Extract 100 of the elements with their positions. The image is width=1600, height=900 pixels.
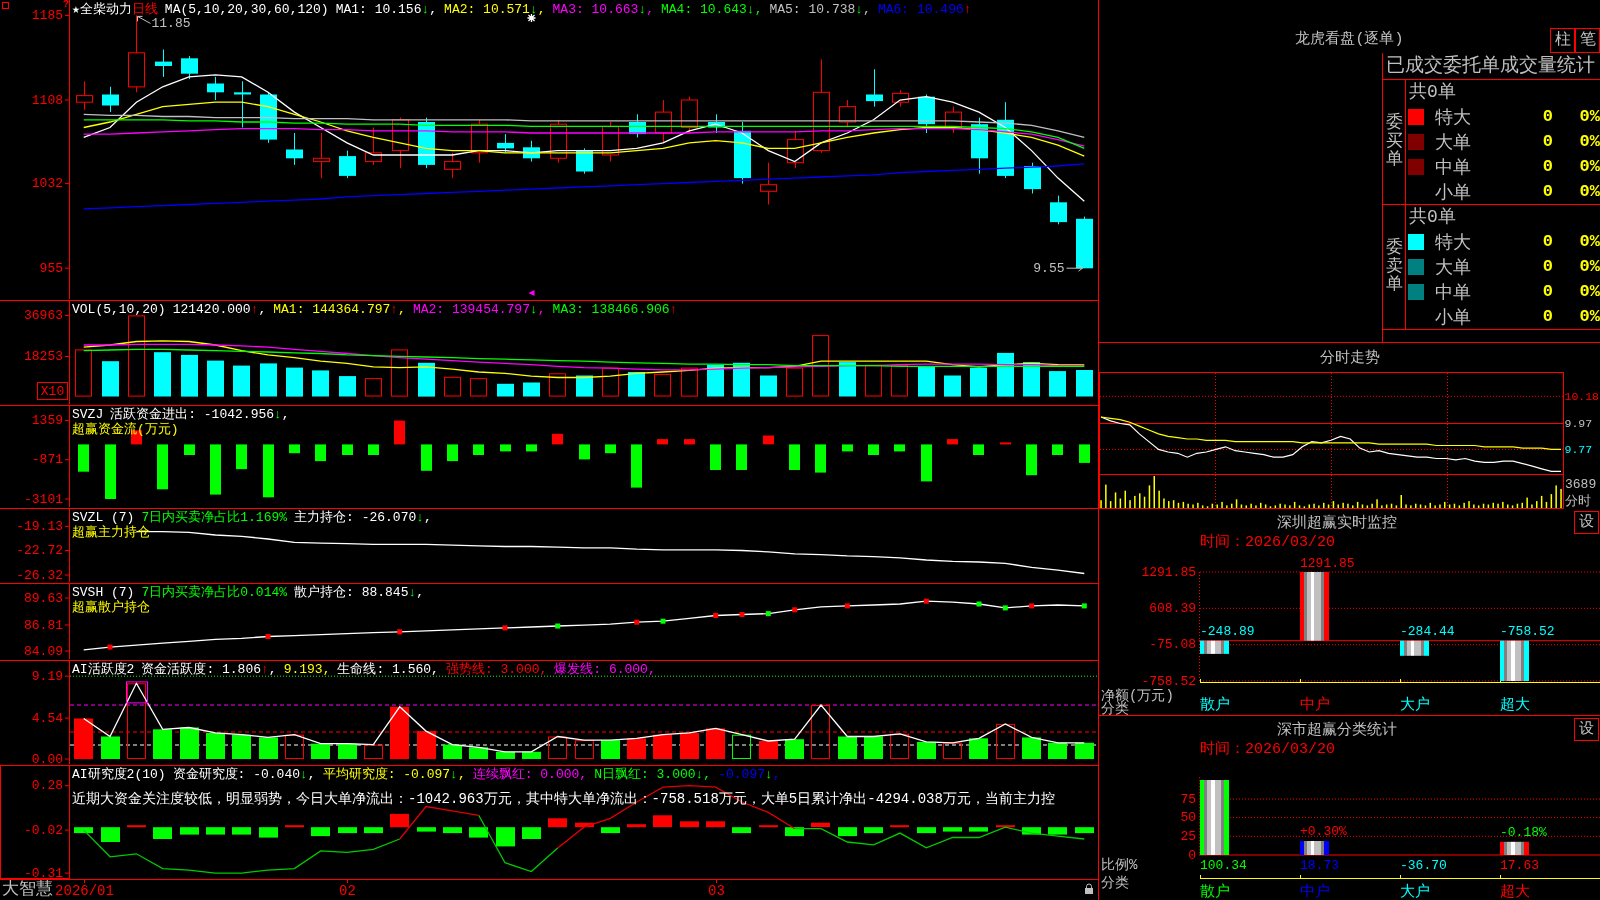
point-marker (107, 644, 113, 650)
fund-flow-bar (973, 444, 984, 455)
research-bar (653, 815, 672, 828)
axis-label: 9.77 (1564, 442, 1593, 456)
research-bar (890, 825, 909, 828)
activity-bar (522, 751, 541, 759)
settings-button[interactable]: 设 (1574, 511, 1599, 534)
research-bar (548, 818, 567, 828)
volume-bar (944, 375, 961, 397)
activity-bar (575, 740, 594, 759)
axis-title: 比例% (1101, 857, 1138, 873)
activity-bar (180, 727, 199, 759)
volume-bar (365, 378, 382, 397)
activity-bar (811, 705, 830, 760)
point-marker (844, 603, 850, 609)
axis-label: -3101 (24, 491, 63, 507)
axis-label: 4.54 (31, 710, 63, 726)
settings-button[interactable]: 设 (1574, 718, 1599, 741)
axis-label: 1032 (31, 176, 63, 192)
axis-label: 9.97 (1564, 417, 1593, 430)
axis-label: 0 (1188, 847, 1196, 863)
research-bar (206, 827, 225, 835)
activity-bar (890, 733, 909, 759)
axis-label: -22.72 (16, 543, 63, 559)
research-bar (969, 827, 988, 832)
activity-bar (969, 738, 988, 759)
order-type-label: 中单 (1435, 282, 1471, 303)
leader-line (137, 15, 151, 24)
volume-bar (233, 365, 250, 397)
activity-bar (364, 744, 383, 759)
indicator-name: AI活跃度2 (72, 662, 135, 677)
volume-bar (812, 335, 829, 397)
axis-label: 36963 (24, 307, 63, 323)
research-bar (864, 827, 883, 834)
value-label: 100.34 (1200, 857, 1247, 873)
fund-flow-bar (1000, 442, 1011, 445)
lock-icon (1085, 884, 1093, 894)
activity-bar (838, 736, 857, 759)
activity-bar (943, 742, 962, 759)
category-label: 散户 (1200, 883, 1230, 900)
research-bar (785, 827, 804, 837)
time-label: 时间：2026/03/20 (1200, 741, 1335, 758)
value-label: -36.70 (1400, 857, 1447, 873)
fund-flow-bar (947, 439, 958, 445)
volume-bar (444, 376, 461, 397)
activity-bar (232, 734, 251, 759)
research-bar (522, 827, 541, 839)
volume-bar (970, 367, 987, 397)
fund-flow-bar (105, 444, 116, 499)
axis-label: 89.63 (24, 590, 63, 606)
volume-bar (1049, 371, 1066, 397)
research-bar (680, 821, 699, 828)
activity-bar (759, 741, 778, 759)
volume-bar (839, 362, 856, 397)
axis-label: 1291.85 (1141, 564, 1196, 580)
view-toggle-button[interactable]: 笔 (1575, 28, 1600, 53)
activity-bar (732, 734, 751, 759)
volume-bar (75, 349, 92, 397)
legend-item: MA3: 10.663↓, (552, 2, 654, 17)
activity-bar (443, 744, 462, 759)
order-percent: 0% (1579, 282, 1600, 301)
volume-bar (918, 366, 935, 397)
axis-label: 84.09 (24, 643, 63, 659)
axis-label: 1185 (31, 7, 63, 23)
legend-item: -0.097↓, (718, 767, 781, 782)
order-type-label: 中单 (1435, 157, 1471, 178)
leader-line (1066, 264, 1083, 272)
change-label: -0.18% (1500, 824, 1547, 841)
fund-flow-bar (289, 444, 300, 454)
research-bar (759, 825, 778, 828)
candle (76, 80, 93, 111)
order-type-label: 特大 (1435, 232, 1471, 253)
legend-item: MA3: 138466.906↑ (552, 302, 678, 317)
panel-title: 深市超赢分类统计 (1276, 720, 1397, 739)
research-bar (706, 821, 725, 828)
activity-bar (311, 743, 330, 759)
axis-label: 0.00 (31, 751, 63, 767)
fund-flow-bar (684, 439, 695, 445)
research-bar (917, 827, 936, 834)
view-toggle-button[interactable]: 柱 (1550, 28, 1575, 53)
research-bar (311, 827, 330, 837)
order-type-label: 大单 (1435, 257, 1471, 278)
date-label: 02 (339, 883, 356, 899)
legend-item: MA4: 10.643↓, (661, 2, 763, 17)
legend-item: 资金活跃度: 1.806↑, (141, 662, 277, 677)
axis-label: -19.13 (16, 518, 63, 534)
period-label: 日线 (131, 2, 158, 17)
legend-item: N日飘红: 3.000↓, (594, 767, 712, 782)
fund-flow-bar (736, 444, 747, 470)
research-bar (153, 827, 172, 839)
highlight-marker (126, 681, 148, 704)
order-total: 共0单 (1409, 82, 1456, 102)
axis-label: 1108 (31, 92, 63, 108)
order-percent: 0% (1579, 182, 1600, 201)
legend-item: MA5: 10.738↓, (769, 2, 871, 17)
fund-flow-bar (78, 444, 89, 472)
activity-bar (469, 747, 488, 759)
fund-flow-bar (473, 444, 484, 455)
panel-title: 分时走势 (1319, 348, 1380, 367)
point-marker (502, 625, 508, 631)
